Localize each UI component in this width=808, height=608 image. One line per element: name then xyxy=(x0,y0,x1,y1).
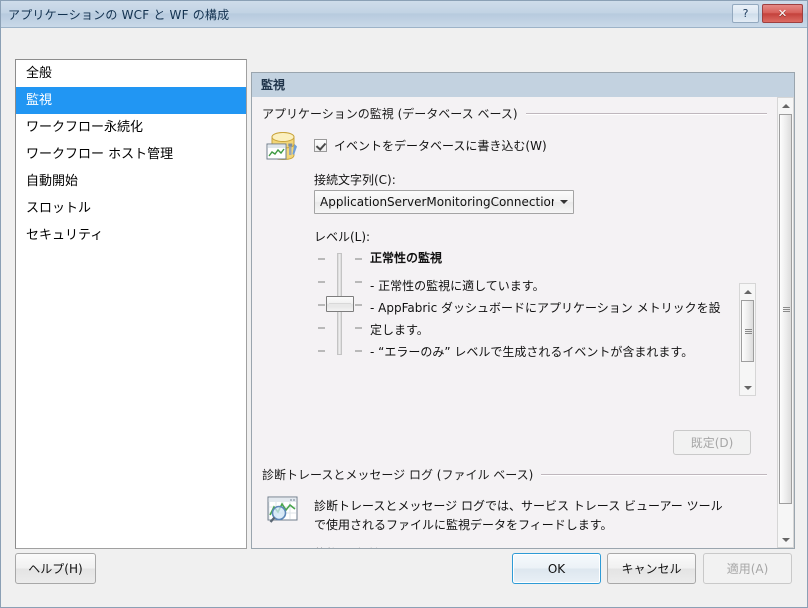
panel-scrollbar-thumb[interactable] xyxy=(779,114,792,504)
panel-scroll-up-icon[interactable] xyxy=(778,98,793,113)
diagnostic-trace-icon xyxy=(267,496,298,523)
write-events-checkbox-label: イベントをデータベースに書き込む(W) xyxy=(334,139,547,153)
settings-nav-list[interactable]: 全般 監視 ワークフロー永続化 ワークフロー ホスト管理 自動開始 スロットル … xyxy=(15,59,247,549)
group-divider-line xyxy=(541,474,767,475)
ok-button[interactable]: OK xyxy=(512,553,601,584)
sidebar-item-throttling[interactable]: スロットル xyxy=(16,195,246,222)
diagnostic-description-line: 診断トレースとメッセージ ログでは、サービス トレース ビューアー ツール xyxy=(314,499,723,513)
diagnostic-group-header: 診断トレースとメッセージ ログ (ファイル ベース) xyxy=(262,466,767,483)
dialog-footer: ヘルプ(H) OK キャンセル 適用(A) xyxy=(1,541,807,607)
sidebar-item-monitoring[interactable]: 監視 xyxy=(16,87,246,114)
db-monitoring-group-label: アプリケーションの監視 (データベース ベース) xyxy=(262,107,518,121)
slider-tick xyxy=(318,350,325,352)
monitoring-settings-panel: 監視 アプリケーションの監視 (データベース ベース) イベントをデータベースに… xyxy=(251,72,795,549)
slider-tick xyxy=(318,281,325,283)
diagnostic-group-label: 診断トレースとメッセージ ログ (ファイル ベース) xyxy=(262,468,534,482)
sidebar-item-workflow-persistence[interactable]: ワークフロー永続化 xyxy=(16,114,246,141)
connection-string-label: 接続文字列(C): xyxy=(314,173,396,187)
slider-tick xyxy=(318,327,325,329)
close-icon-button[interactable]: ✕ xyxy=(762,4,803,23)
sidebar-item-auto-start[interactable]: 自動開始 xyxy=(16,168,246,195)
panel-scrollbar[interactable] xyxy=(777,97,794,548)
cancel-button[interactable]: キャンセル xyxy=(607,553,696,584)
slider-tick xyxy=(355,258,362,260)
dialog-window: アプリケーションの WCF と WF の構成 ? ✕ 全般 監視 ワークフロー永… xyxy=(0,0,808,608)
level-description-line: - AppFabric ダッシュボードにアプリケーション メトリックを設 xyxy=(370,301,721,315)
database-monitoring-icon xyxy=(266,132,297,161)
panel-content: アプリケーションの監視 (データベース ベース) イベントをデータベースに書き込… xyxy=(252,97,777,548)
slider-tick xyxy=(355,350,362,352)
write-events-to-db-checkbox-row[interactable]: イベントをデータベースに書き込む(W) xyxy=(314,137,547,154)
diagnostic-description: 診断トレースとメッセージ ログでは、サービス トレース ビューアー ツール で使… xyxy=(314,497,744,535)
slider-tick xyxy=(355,281,362,283)
description-scrollbar-thumb[interactable] xyxy=(741,300,754,362)
slider-tick xyxy=(355,327,362,329)
panel-title: 監視 xyxy=(252,73,794,97)
db-monitoring-group-header: アプリケーションの監視 (データベース ベース) xyxy=(262,105,767,122)
sidebar-item-general[interactable]: 全般 xyxy=(16,60,246,87)
level-description: 正常性の監視 - 正常性の監視に適しています。 - AppFabric ダッシュ… xyxy=(370,247,730,363)
window-title: アプリケーションの WCF と WF の構成 xyxy=(8,7,230,22)
scrollbar-grip-icon xyxy=(745,329,752,334)
sidebar-item-security[interactable]: セキュリティ xyxy=(16,222,246,249)
sidebar-item-workflow-host-management[interactable]: ワークフロー ホスト管理 xyxy=(16,141,246,168)
dialog-body: 全般 監視 ワークフロー永続化 ワークフロー ホスト管理 自動開始 スロットル … xyxy=(1,28,807,607)
level-label: レベル(L): xyxy=(314,230,371,244)
slider-tick xyxy=(318,304,325,306)
connection-string-value: ApplicationServerMonitoringConnectionS xyxy=(320,195,554,209)
group-divider-line xyxy=(525,113,767,114)
slider-tick xyxy=(318,258,325,260)
level-description-line: - “エラーのみ” レベルで生成されるイベントが含まれます。 xyxy=(370,345,694,359)
level-description-title: 正常性の監視 xyxy=(370,251,443,265)
description-scrollbar[interactable] xyxy=(739,283,756,396)
chevron-down-icon[interactable] xyxy=(554,200,573,204)
write-events-checkbox[interactable] xyxy=(314,139,327,152)
level-description-line: 定します。 xyxy=(370,323,429,337)
title-bar: アプリケーションの WCF と WF の構成 ? ✕ xyxy=(1,1,807,28)
scroll-down-icon[interactable] xyxy=(740,380,755,395)
slider-tick xyxy=(355,304,362,306)
default-button[interactable]: 既定(D) xyxy=(673,430,751,455)
apply-button[interactable]: 適用(A) xyxy=(703,553,792,584)
title-bar-buttons: ? ✕ xyxy=(732,4,803,23)
slider-thumb[interactable] xyxy=(326,296,354,312)
help-button[interactable]: ヘルプ(H) xyxy=(15,553,96,584)
scroll-up-icon[interactable] xyxy=(740,284,755,299)
connection-string-combobox[interactable]: ApplicationServerMonitoringConnectionS xyxy=(314,190,574,214)
level-description-line: - 正常性の監視に適しています。 xyxy=(370,279,545,293)
scrollbar-grip-icon xyxy=(783,307,790,312)
diagnostic-description-line: で使用されるファイルに監視データをフィードします。 xyxy=(314,518,613,532)
help-icon-button[interactable]: ? xyxy=(732,4,759,23)
monitoring-level-slider[interactable] xyxy=(316,249,364,359)
